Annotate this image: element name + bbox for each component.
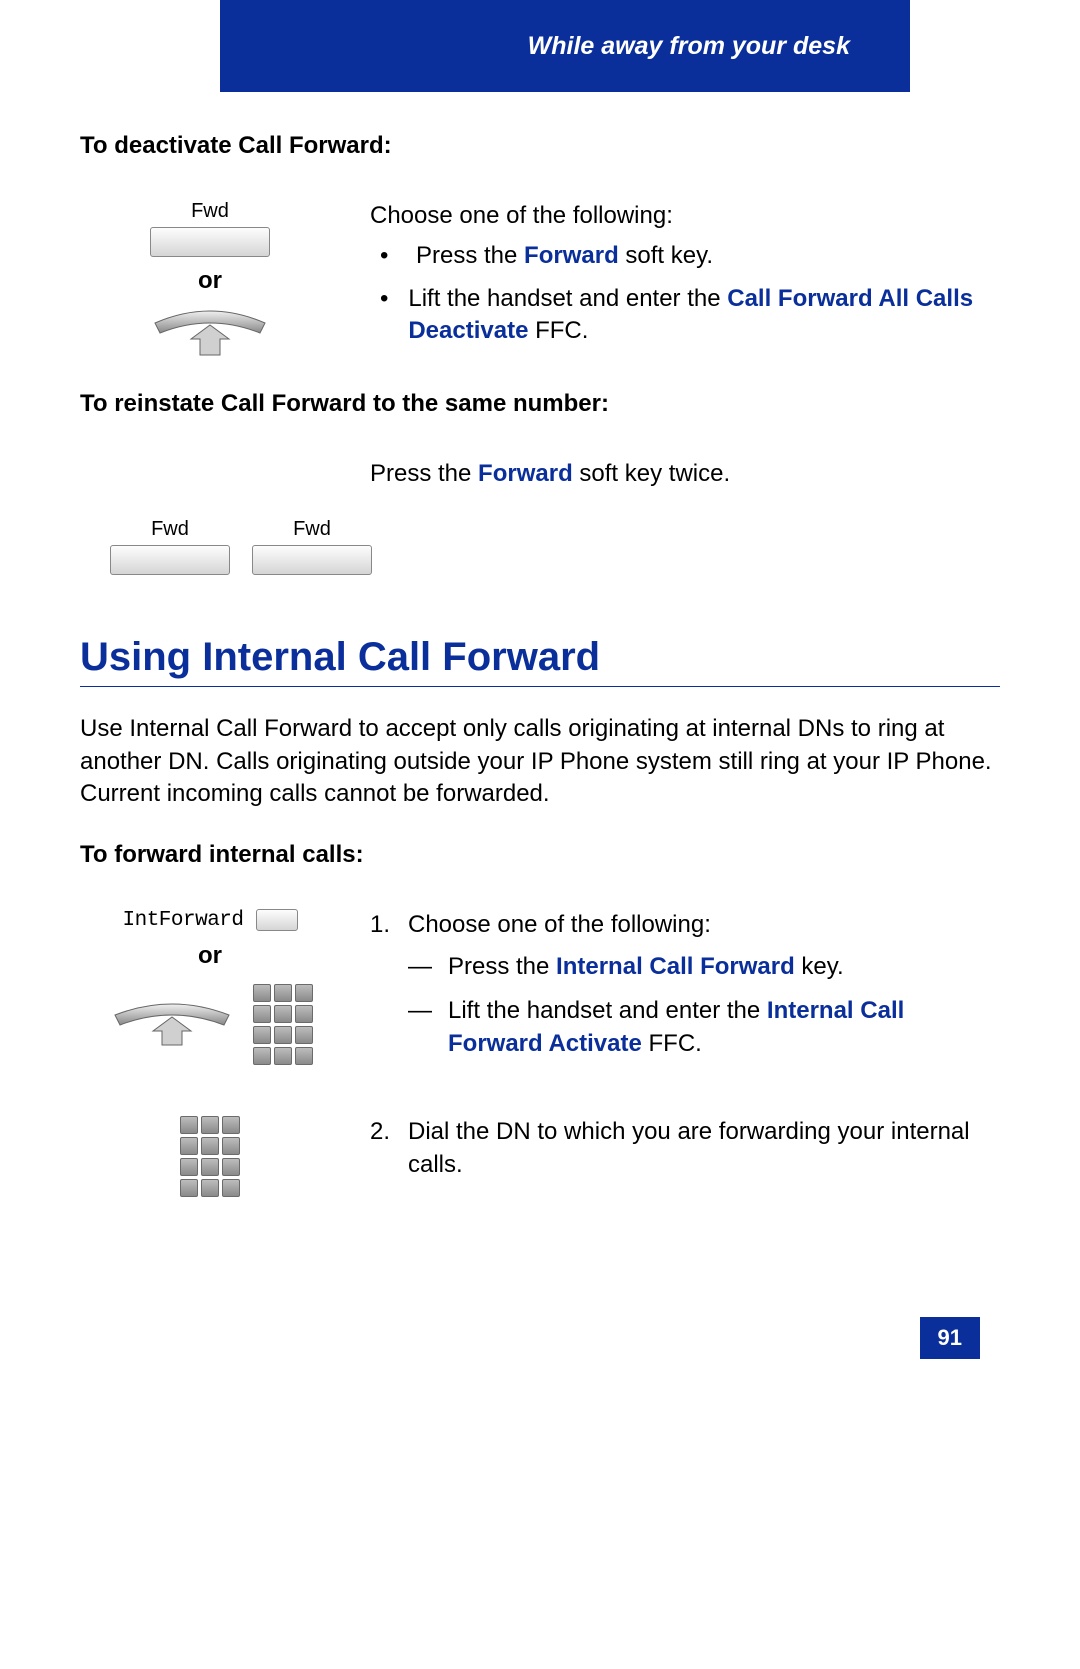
step-number: 1. — [370, 909, 408, 1073]
header-banner: While away from your desk — [220, 0, 910, 92]
step2-icons — [80, 1116, 340, 1197]
step1-icons: IntForward or — [80, 909, 340, 1087]
intforward-label: IntForward — [122, 909, 243, 932]
deactivate-icons: Fwd or — [80, 200, 340, 360]
fwd-softkey-label: Fwd — [191, 200, 229, 223]
step-list: 2. Dial the DN to which you are forwardi… — [370, 1116, 1000, 1181]
step1-row: IntForward or 1. — [80, 909, 1000, 1087]
reinstate-row: Press the Forward soft key twice. Fwd Fw… — [80, 458, 1000, 575]
section-heading: Using Internal Call Forward — [80, 635, 1000, 687]
header-title: While away from your desk — [528, 32, 850, 61]
fwd-softkey-icon — [110, 545, 230, 575]
lift-handset-icon — [107, 999, 237, 1049]
fwd-softkey-icon — [252, 545, 372, 575]
fwd-softkey-icon — [150, 227, 270, 257]
intro-paragraph: Use Internal Call Forward to accept only… — [80, 713, 1000, 810]
forward-key-text: Forward — [524, 242, 619, 269]
forward-internal-label: To forward internal calls: — [80, 841, 1000, 869]
step-item: 1. Choose one of the following: Press th… — [370, 909, 1000, 1073]
step1-intro: Choose one of the following: — [408, 909, 1000, 941]
step-list: 1. Choose one of the following: Press th… — [370, 909, 1000, 1073]
step-number: 2. — [370, 1116, 408, 1181]
lift-handset-icon — [145, 305, 275, 360]
reinstate-text: Press the Forward soft key twice. — [370, 458, 1000, 490]
deactivate-text: Choose one of the following: Press the F… — [370, 200, 1000, 360]
dash-item: Press the Internal Call Forward key. — [408, 951, 1000, 983]
intforward-key: IntForward — [122, 909, 297, 932]
step2-text: 2. Dial the DN to which you are forwardi… — [370, 1116, 1000, 1197]
deactivate-row: Fwd or Choose one of the following: Pres… — [80, 200, 1000, 360]
page-content: To deactivate Call Forward: Fwd or Choos… — [0, 92, 1080, 1197]
page-number-badge: 91 — [920, 1317, 980, 1359]
or-text: or — [198, 942, 222, 970]
fwd-softkey-label: Fwd — [151, 518, 189, 541]
fwd-pair: Fwd Fwd — [110, 518, 1000, 575]
fwd-softkey-group: Fwd — [110, 518, 230, 575]
fwd-softkey-group: Fwd — [252, 518, 372, 575]
fwd-softkey-group: Fwd — [150, 200, 270, 257]
dash-item: Lift the handset and enter the Internal … — [408, 995, 1000, 1060]
icf-key-text: Internal Call Forward — [556, 953, 795, 980]
deactivate-bullets: Press the Forward soft key. Lift the han… — [370, 240, 1000, 347]
keypad-icon — [253, 984, 313, 1065]
step2-body: Dial the DN to which you are forwarding … — [408, 1116, 1000, 1181]
deactivate-label: To deactivate Call Forward: — [80, 132, 1000, 160]
bullet-item: Lift the handset and enter the Call Forw… — [370, 283, 1000, 348]
handset-keypad-block — [107, 984, 313, 1065]
step-item: 2. Dial the DN to which you are forwardi… — [370, 1116, 1000, 1181]
reinstate-label: To reinstate Call Forward to the same nu… — [80, 390, 1000, 418]
intforward-softkey-icon — [256, 909, 298, 931]
keypad-icon — [180, 1116, 240, 1197]
or-text: or — [198, 267, 222, 295]
footer: 91 — [0, 1317, 1080, 1399]
forward-key-text: Forward — [478, 460, 573, 487]
deactivate-intro: Choose one of the following: — [370, 200, 1000, 232]
bullet-item: Press the Forward soft key. — [370, 240, 1000, 272]
step1-dashes: Press the Internal Call Forward key. Lif… — [408, 951, 1000, 1060]
fwd-softkey-label: Fwd — [293, 518, 331, 541]
step2-row: 2. Dial the DN to which you are forwardi… — [80, 1116, 1000, 1197]
step1-text: 1. Choose one of the following: Press th… — [370, 909, 1000, 1087]
